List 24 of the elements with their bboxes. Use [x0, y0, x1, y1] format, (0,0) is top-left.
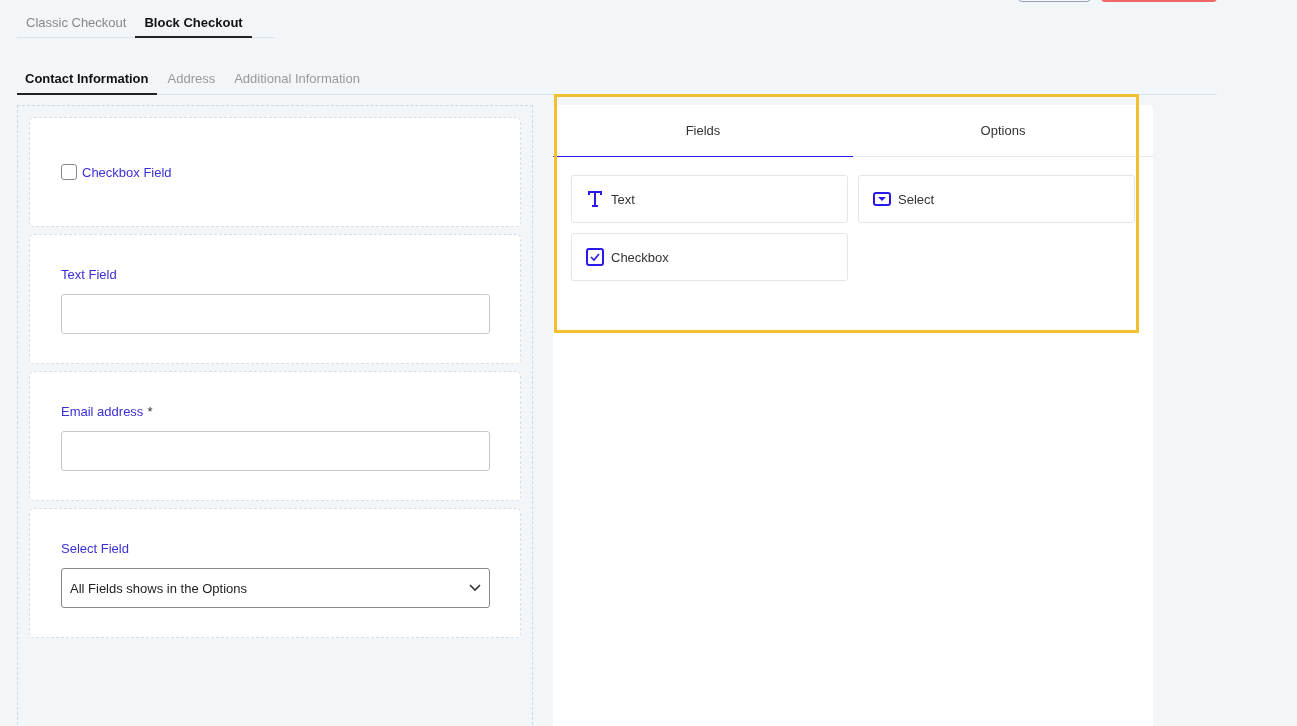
required-mark: * — [147, 403, 153, 419]
checkbox[interactable] — [61, 164, 77, 180]
field-type-button[interactable]: Checkbox — [571, 233, 848, 281]
field-label: Text Field — [61, 266, 117, 282]
field-label: Email address — [61, 403, 144, 419]
dropdown-icon — [873, 192, 891, 206]
field-type-button[interactable]: Select — [858, 175, 1135, 223]
field-card[interactable]: Email address * — [29, 371, 521, 501]
select-field[interactable]: All Fields shows in the Options — [61, 568, 490, 608]
input-field[interactable] — [61, 294, 490, 334]
field-card[interactable]: Checkbox Field — [29, 117, 521, 227]
text-icon — [586, 190, 604, 208]
panel-tab[interactable]: Options — [853, 105, 1153, 157]
field-card[interactable]: Text Field — [29, 234, 521, 364]
chevron-down-icon — [469, 584, 481, 592]
field-card[interactable]: Select Field All Fields shows in the Options — [29, 508, 521, 638]
checkbox-icon — [586, 248, 604, 266]
checkout-tab[interactable]: Block Checkout — [135, 10, 252, 38]
field-label: Checkbox Field — [82, 164, 172, 180]
input-field[interactable] — [61, 431, 490, 471]
panel-tab[interactable]: Fields — [553, 105, 853, 157]
section-tab[interactable]: Contact Information — [17, 66, 157, 95]
field-type-button[interactable]: Text — [571, 175, 848, 223]
field-label: Select Field — [61, 540, 129, 556]
